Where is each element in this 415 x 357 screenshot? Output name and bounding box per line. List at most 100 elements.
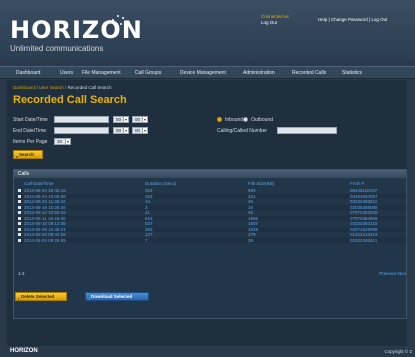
table-cell: 16 xyxy=(248,204,254,210)
table-cell: 547 xyxy=(145,221,153,226)
chevron-down-icon xyxy=(123,128,128,133)
table-cell: 993 xyxy=(248,188,256,193)
pager-next-link[interactable]: Previous Nex xyxy=(379,271,406,276)
table-cell: 03454684087 xyxy=(350,193,378,199)
download-icon: ↓ xyxy=(88,296,90,301)
nav-item-recorded-calls[interactable]: Recorded Calls xyxy=(292,70,326,76)
footer: HORIZON Copyright © 2 xyxy=(0,346,415,357)
table-cell: 127 xyxy=(145,232,153,237)
nav-item-device-management[interactable]: Device Management xyxy=(180,70,226,76)
nav-item-administration[interactable]: Administration xyxy=(243,70,275,76)
table-cell[interactable]: 2014-06-04 09:26:55 xyxy=(24,238,66,243)
user-logout-link[interactable]: Log Out xyxy=(261,20,289,26)
table-cell[interactable]: 2014-06-23 11:36:42 xyxy=(24,199,65,204)
logo-stars-decoration xyxy=(108,11,128,31)
table-cell: 36 xyxy=(248,210,254,215)
brand-tagline: Unlimited communications xyxy=(10,44,104,53)
row-checkbox[interactable] xyxy=(18,211,21,214)
row-checkbox[interactable] xyxy=(18,233,21,236)
table-cell: 21 xyxy=(145,210,151,215)
table-row[interactable]: 2014-06-04 09:26:55 7 26 03332493611 xyxy=(14,237,406,243)
user-info: Connected as Log Out xyxy=(261,14,289,26)
pager-info: 1-2 xyxy=(18,271,25,276)
row-checkbox[interactable] xyxy=(18,222,21,225)
table-cell: 379 xyxy=(248,232,256,237)
download-selected-button[interactable]: ↓ Download Selected xyxy=(85,292,149,301)
table-cell[interactable]: 2014-06-09 10:46:21 xyxy=(24,227,66,232)
calling-number-label: Calling/Called Number xyxy=(217,128,268,134)
table-cell[interactable]: 2014-06-18 10:28:46 xyxy=(24,205,66,210)
outbound-radio[interactable] xyxy=(243,117,248,122)
row-checkbox[interactable] xyxy=(18,227,21,231)
row-checkbox[interactable] xyxy=(18,238,21,242)
nav-item-users[interactable]: Users xyxy=(60,70,73,76)
search-icon: ⌕ xyxy=(16,154,19,159)
footer-logo: HORIZON xyxy=(10,348,38,354)
table-cell: 7 xyxy=(145,237,148,243)
chevron-down-icon xyxy=(123,117,128,122)
chevron-down-icon xyxy=(142,117,147,122)
table-cell[interactable]: 2014-06-10 09:13:48 xyxy=(24,221,66,226)
column-header-duration[interactable]: Duration (Secs) xyxy=(145,181,176,186)
breadcrumb: Dashboard / User Search / Recorded Call … xyxy=(13,85,112,90)
table-cell: 02071629088 xyxy=(350,226,378,232)
breadcrumb-user-search[interactable]: User Search xyxy=(39,85,64,90)
table-cell: 46 xyxy=(248,199,254,204)
outbound-label: Outbound xyxy=(251,117,273,123)
search-button[interactable]: ⌕ Search xyxy=(13,150,43,159)
start-minute-select[interactable]: 00 xyxy=(132,116,148,123)
column-header-date[interactable]: Call Date/Time xyxy=(24,181,54,186)
end-date-label: End Date/Time xyxy=(13,128,47,134)
table-cell: 03332493110 xyxy=(350,221,378,226)
table-cell[interactable]: 2014-06-24 10:06:58 xyxy=(24,194,66,199)
delete-selected-button[interactable]: ▪ Delete Selected xyxy=(15,292,67,301)
inbound-label: Inbound xyxy=(225,117,244,123)
breadcrumb-current: Recorded Call Search xyxy=(67,85,112,90)
table-cell: 07970384809 xyxy=(350,215,378,221)
end-minute-select[interactable]: 00 xyxy=(132,127,148,134)
chevron-down-icon xyxy=(142,128,147,133)
content-panel: Dashboard / User Search / Recorded Call … xyxy=(7,80,407,346)
row-checkbox[interactable] xyxy=(18,200,21,203)
calling-number-input[interactable] xyxy=(277,127,337,134)
breadcrumb-dashboard[interactable]: Dashboard xyxy=(13,85,35,90)
row-checkbox[interactable] xyxy=(18,194,21,198)
table-cell: 353 xyxy=(145,226,153,232)
nav-item-statistics[interactable]: Statistics xyxy=(342,70,362,76)
table-cell[interactable]: 2014-06-11 15:46:30 xyxy=(24,216,65,221)
end-hour-select[interactable]: 00 xyxy=(113,127,129,134)
main-nav: Dashboard Users File Management Call Gro… xyxy=(0,66,415,79)
start-date-input[interactable] xyxy=(54,116,109,123)
start-hour-select[interactable]: 00 xyxy=(113,116,129,123)
end-date-input[interactable] xyxy=(54,127,109,134)
items-per-page-select[interactable]: 30 xyxy=(54,138,71,145)
header-bar: HORIZON Unlimited communications Connect… xyxy=(0,0,415,60)
table-cell: 01322213333 xyxy=(350,232,378,237)
inbound-radio[interactable] xyxy=(217,117,222,122)
table-cell[interactable]: 2014-06-24 15:45:15 xyxy=(24,188,66,193)
table-cell: 163 xyxy=(145,193,153,199)
table-cell: 03332493611 xyxy=(350,199,378,204)
table-cell: 26 xyxy=(248,237,254,243)
table-cell: 03332493611 xyxy=(350,237,378,243)
calls-header: Calls xyxy=(14,170,406,178)
column-header-filesize[interactable]: File Size(KB) xyxy=(248,181,274,186)
table-cell: 341 xyxy=(248,193,256,199)
table-cell[interactable]: 2014-06-03 09:41:08 xyxy=(24,232,66,237)
nav-item-file-management[interactable]: File Management xyxy=(82,70,121,76)
table-cell: 1607 xyxy=(248,221,259,226)
chevron-down-icon xyxy=(65,139,70,144)
nav-item-dashboard[interactable]: Dashboard xyxy=(16,70,40,76)
table-cell[interactable]: 2014-06-12 10:50:42 xyxy=(24,210,66,215)
calls-panel: Calls Call Date/Time Duration (Secs) Fil… xyxy=(13,169,407,319)
row-checkbox[interactable] xyxy=(18,189,21,192)
table-cell: 07972462820 xyxy=(350,210,378,215)
top-links[interactable]: Help | Change Password | Log Out xyxy=(318,17,387,22)
nav-item-call-groups[interactable]: Call Groups xyxy=(135,70,161,76)
table-cell: 02038388088 xyxy=(350,204,378,210)
trash-icon: ▪ xyxy=(18,296,20,301)
row-checkbox[interactable] xyxy=(18,205,21,209)
items-per-page-label: Items Per Page xyxy=(13,139,48,145)
column-header-from[interactable]: From # xyxy=(350,181,364,186)
row-checkbox[interactable] xyxy=(18,216,21,220)
